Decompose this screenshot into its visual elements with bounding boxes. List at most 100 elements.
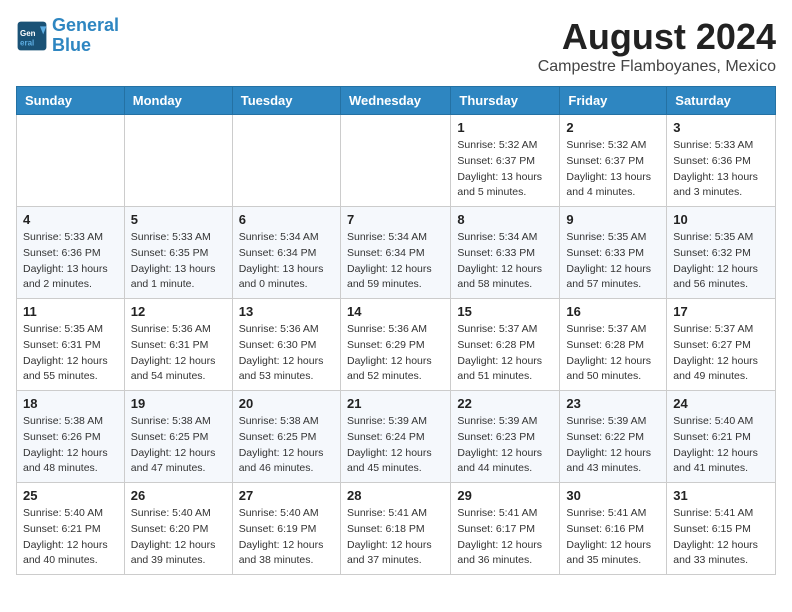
calendar-week-row: 1 Sunrise: 5:32 AM Sunset: 6:37 PM Daylig…	[17, 115, 776, 207]
calendar-day-header: Wednesday	[340, 87, 450, 115]
cell-day-number: 12	[131, 304, 226, 319]
cell-info: Sunrise: 5:41 AM Sunset: 6:18 PM Dayligh…	[347, 506, 444, 569]
cell-day-number: 14	[347, 304, 444, 319]
cell-info: Sunrise: 5:41 AM Sunset: 6:17 PM Dayligh…	[457, 506, 553, 569]
logo: Gen eral General Blue	[16, 16, 119, 56]
cell-info: Sunrise: 5:41 AM Sunset: 6:15 PM Dayligh…	[673, 506, 769, 569]
cell-info: Sunrise: 5:40 AM Sunset: 6:21 PM Dayligh…	[23, 506, 118, 569]
calendar-cell: 18Sunrise: 5:38 AM Sunset: 6:26 PM Dayli…	[17, 391, 125, 483]
page-header: Gen eral General Blue August 2024 Campes…	[16, 16, 776, 76]
calendar-subtitle: Campestre Flamboyanes, Mexico	[538, 58, 776, 76]
calendar-cell: 25 Sunrise: 5:40 AM Sunset: 6:21 PM Dayli…	[17, 483, 125, 575]
calendar-cell: 1 Sunrise: 5:32 AM Sunset: 6:37 PM Daylig…	[451, 115, 560, 207]
cell-day-number: 11	[23, 304, 118, 319]
calendar-cell: 29Sunrise: 5:41 AM Sunset: 6:17 PM Dayli…	[451, 483, 560, 575]
calendar-cell	[232, 115, 340, 207]
calendar-cell: 11 Sunrise: 5:35 AM Sunset: 6:31 PM Dayli…	[17, 299, 125, 391]
svg-text:Gen: Gen	[20, 29, 36, 38]
cell-day-number: 1	[457, 120, 553, 135]
cell-day-number: 4	[23, 212, 118, 227]
cell-info: Sunrise: 5:40 AM Sunset: 6:21 PM Dayligh…	[673, 414, 769, 477]
cell-day-number: 2	[566, 120, 660, 135]
calendar-cell	[17, 115, 125, 207]
logo-icon: Gen eral	[16, 20, 48, 52]
cell-day-number: 18	[23, 396, 118, 411]
cell-info: Sunrise: 5:38 AM Sunset: 6:25 PM Dayligh…	[239, 414, 334, 477]
cell-info: Sunrise: 5:37 AM Sunset: 6:28 PM Dayligh…	[566, 322, 660, 385]
calendar-cell: 28 Sunrise: 5:41 AM Sunset: 6:18 PM Dayli…	[340, 483, 450, 575]
calendar-cell: 20 Sunrise: 5:38 AM Sunset: 6:25 PM Dayli…	[232, 391, 340, 483]
calendar-day-header: Saturday	[667, 87, 776, 115]
calendar-cell: 5 Sunrise: 5:33 AM Sunset: 6:35 PM Daylig…	[124, 207, 232, 299]
calendar-cell: 3 Sunrise: 5:33 AM Sunset: 6:36 PM Daylig…	[667, 115, 776, 207]
cell-day-number: 16	[566, 304, 660, 319]
cell-day-number: 7	[347, 212, 444, 227]
cell-day-number: 13	[239, 304, 334, 319]
cell-day-number: 8	[457, 212, 553, 227]
calendar-day-header: Monday	[124, 87, 232, 115]
calendar-cell: 30Sunrise: 5:41 AM Sunset: 6:16 PM Dayli…	[560, 483, 667, 575]
calendar-cell: 9 Sunrise: 5:35 AM Sunset: 6:33 PM Daylig…	[560, 207, 667, 299]
title-block: August 2024 Campestre Flamboyanes, Mexic…	[538, 16, 776, 76]
svg-text:eral: eral	[20, 38, 34, 47]
cell-info: Sunrise: 5:33 AM Sunset: 6:36 PM Dayligh…	[23, 230, 118, 293]
calendar-week-row: 11 Sunrise: 5:35 AM Sunset: 6:31 PM Dayli…	[17, 299, 776, 391]
cell-info: Sunrise: 5:37 AM Sunset: 6:28 PM Dayligh…	[457, 322, 553, 385]
calendar-day-header: Thursday	[451, 87, 560, 115]
cell-info: Sunrise: 5:34 AM Sunset: 6:34 PM Dayligh…	[239, 230, 334, 293]
cell-day-number: 20	[239, 396, 334, 411]
cell-day-number: 21	[347, 396, 444, 411]
calendar-cell: 15 Sunrise: 5:37 AM Sunset: 6:28 PM Dayli…	[451, 299, 560, 391]
cell-day-number: 23	[566, 396, 660, 411]
cell-info: Sunrise: 5:36 AM Sunset: 6:29 PM Dayligh…	[347, 322, 444, 385]
cell-info: Sunrise: 5:41 AM Sunset: 6:16 PM Dayligh…	[566, 506, 660, 569]
calendar-cell: 6 Sunrise: 5:34 AM Sunset: 6:34 PM Daylig…	[232, 207, 340, 299]
calendar-week-row: 25 Sunrise: 5:40 AM Sunset: 6:21 PM Dayli…	[17, 483, 776, 575]
calendar-cell: 4 Sunrise: 5:33 AM Sunset: 6:36 PM Daylig…	[17, 207, 125, 299]
calendar-cell: 24Sunrise: 5:40 AM Sunset: 6:21 PM Dayli…	[667, 391, 776, 483]
cell-info: Sunrise: 5:32 AM Sunset: 6:37 PM Dayligh…	[457, 138, 553, 201]
cell-info: Sunrise: 5:35 AM Sunset: 6:31 PM Dayligh…	[23, 322, 118, 385]
calendar-cell: 23Sunrise: 5:39 AM Sunset: 6:22 PM Dayli…	[560, 391, 667, 483]
cell-day-number: 22	[457, 396, 553, 411]
calendar-cell: 2 Sunrise: 5:32 AM Sunset: 6:37 PM Daylig…	[560, 115, 667, 207]
calendar-cell	[340, 115, 450, 207]
calendar-cell: 26Sunrise: 5:40 AM Sunset: 6:20 PM Dayli…	[124, 483, 232, 575]
calendar-cell: 14 Sunrise: 5:36 AM Sunset: 6:29 PM Dayli…	[340, 299, 450, 391]
cell-info: Sunrise: 5:33 AM Sunset: 6:36 PM Dayligh…	[673, 138, 769, 201]
cell-info: Sunrise: 5:36 AM Sunset: 6:31 PM Dayligh…	[131, 322, 226, 385]
calendar-cell: 7 Sunrise: 5:34 AM Sunset: 6:34 PM Daylig…	[340, 207, 450, 299]
cell-day-number: 6	[239, 212, 334, 227]
calendar-day-header: Friday	[560, 87, 667, 115]
cell-day-number: 25	[23, 488, 118, 503]
cell-day-number: 3	[673, 120, 769, 135]
calendar-cell: 8 Sunrise: 5:34 AM Sunset: 6:33 PM Daylig…	[451, 207, 560, 299]
cell-info: Sunrise: 5:38 AM Sunset: 6:25 PM Dayligh…	[131, 414, 226, 477]
cell-info: Sunrise: 5:35 AM Sunset: 6:33 PM Dayligh…	[566, 230, 660, 293]
calendar-cell: 27Sunrise: 5:40 AM Sunset: 6:19 PM Dayli…	[232, 483, 340, 575]
cell-info: Sunrise: 5:40 AM Sunset: 6:19 PM Dayligh…	[239, 506, 334, 569]
cell-info: Sunrise: 5:35 AM Sunset: 6:32 PM Dayligh…	[673, 230, 769, 293]
cell-info: Sunrise: 5:34 AM Sunset: 6:33 PM Dayligh…	[457, 230, 553, 293]
cell-info: Sunrise: 5:39 AM Sunset: 6:23 PM Dayligh…	[457, 414, 553, 477]
cell-day-number: 15	[457, 304, 553, 319]
cell-info: Sunrise: 5:33 AM Sunset: 6:35 PM Dayligh…	[131, 230, 226, 293]
calendar-cell: 22 Sunrise: 5:39 AM Sunset: 6:23 PM Dayli…	[451, 391, 560, 483]
cell-info: Sunrise: 5:40 AM Sunset: 6:20 PM Dayligh…	[131, 506, 226, 569]
cell-day-number: 17	[673, 304, 769, 319]
cell-day-number: 5	[131, 212, 226, 227]
cell-info: Sunrise: 5:39 AM Sunset: 6:24 PM Dayligh…	[347, 414, 444, 477]
cell-info: Sunrise: 5:32 AM Sunset: 6:37 PM Dayligh…	[566, 138, 660, 201]
calendar-cell: 12 Sunrise: 5:36 AM Sunset: 6:31 PM Dayli…	[124, 299, 232, 391]
calendar-day-header: Tuesday	[232, 87, 340, 115]
cell-day-number: 31	[673, 488, 769, 503]
calendar-cell: 16 Sunrise: 5:37 AM Sunset: 6:28 PM Dayli…	[560, 299, 667, 391]
calendar-cell: 19Sunrise: 5:38 AM Sunset: 6:25 PM Dayli…	[124, 391, 232, 483]
cell-info: Sunrise: 5:34 AM Sunset: 6:34 PM Dayligh…	[347, 230, 444, 293]
cell-info: Sunrise: 5:37 AM Sunset: 6:27 PM Dayligh…	[673, 322, 769, 385]
calendar-table: SundayMondayTuesdayWednesdayThursdayFrid…	[16, 86, 776, 575]
cell-day-number: 9	[566, 212, 660, 227]
calendar-title: August 2024	[538, 16, 776, 58]
calendar-cell: 31 Sunrise: 5:41 AM Sunset: 6:15 PM Dayli…	[667, 483, 776, 575]
cell-day-number: 28	[347, 488, 444, 503]
